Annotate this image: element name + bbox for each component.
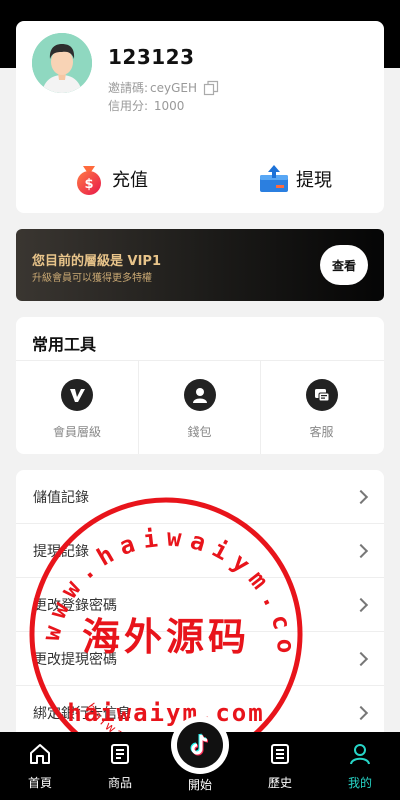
recharge-button[interactable]: $ 充值: [72, 161, 148, 197]
credit-score-row: 信用分: 1000: [108, 97, 186, 114]
vip-level-icon: [61, 379, 93, 411]
vip-banner: 您目前的層級是 VIP1 升級會員可以獲得更多特權 查看: [16, 229, 384, 301]
history-list-icon: [271, 744, 289, 764]
menu-item-label: 更改登錄密碼: [33, 597, 117, 614]
product-list-icon: [111, 744, 129, 764]
chevron-right-icon: [353, 597, 369, 612]
menu-item-change-withdraw-password[interactable]: 更改提現密碼: [16, 632, 384, 686]
chevron-right-icon: [353, 489, 369, 504]
profile-card: 123123 邀請碼: ceyGEH 信用分: 1000 $ 充值 提現: [16, 21, 384, 213]
tool-label: 錢包: [187, 425, 212, 439]
invite-code: ceyGEH: [150, 80, 198, 95]
settings-menu-list: 儲值記錄 提現記錄 更改登錄密碼 更改提現密碼 綁定銀行卡信息: [16, 470, 384, 732]
invite-code-row: 邀請碼: ceyGEH: [108, 79, 219, 96]
nav-label: 商品: [107, 776, 132, 790]
common-tools-card: 常用工具 會員層級 錢包 客服: [16, 317, 384, 454]
tool-label: 會員層級: [52, 425, 101, 439]
menu-item-label: 更改提現密碼: [33, 651, 117, 668]
vip-subtitle: 升級會員可以獲得更多特權: [32, 273, 152, 284]
nav-label: 歷史: [267, 776, 292, 790]
nav-home[interactable]: 首頁: [0, 732, 80, 800]
username: 123123: [108, 45, 195, 69]
menu-item-label: 儲值記錄: [33, 489, 89, 506]
nav-label: 開始: [187, 778, 212, 792]
nav-mine[interactable]: 我的: [320, 732, 400, 800]
menu-item-change-login-password[interactable]: 更改登錄密碼: [16, 578, 384, 632]
chevron-right-icon: [353, 543, 369, 558]
tiktok-logo-icon: [177, 722, 223, 768]
vip-level-title: 您目前的層級是 VIP1: [32, 254, 161, 269]
menu-item-label: 綁定銀行卡信息: [33, 705, 131, 722]
vip-view-button[interactable]: 查看: [320, 245, 368, 285]
copy-icon[interactable]: [203, 80, 219, 96]
invite-label: 邀請碼:: [108, 81, 149, 95]
tool-member-level[interactable]: 會員層級: [16, 361, 138, 454]
recharge-label: 充值: [112, 170, 148, 191]
tool-label: 客服: [309, 425, 334, 439]
menu-item-withdraw-records[interactable]: 提現記錄: [16, 524, 384, 578]
tool-wallet[interactable]: 錢包: [138, 361, 260, 454]
start-center-button[interactable]: [171, 716, 229, 774]
money-bag-icon: $: [77, 166, 101, 195]
avatar-person-icon: [32, 33, 92, 93]
customer-service-icon: [305, 379, 338, 411]
nav-label: 首頁: [27, 776, 52, 790]
withdraw-box-icon: [260, 165, 288, 192]
menu-item-recharge-records[interactable]: 儲值記錄: [16, 470, 384, 524]
credit-label: 信用分:: [108, 99, 149, 113]
chevron-right-icon: [353, 651, 369, 666]
svg-text:$: $: [84, 177, 93, 192]
withdraw-button[interactable]: 提現: [258, 161, 332, 197]
tool-customer-service[interactable]: 客服: [260, 361, 382, 454]
nav-products[interactable]: 商品: [80, 732, 160, 800]
credit-value: 1000: [153, 99, 185, 113]
user-profile-icon: [350, 744, 370, 765]
home-icon: [30, 744, 50, 764]
wallet-user-icon: [183, 379, 216, 411]
nav-history[interactable]: 歷史: [240, 732, 320, 800]
menu-item-label: 提現記錄: [33, 543, 89, 560]
withdraw-label: 提現: [296, 170, 332, 191]
chevron-right-icon: [353, 705, 369, 720]
avatar[interactable]: [32, 33, 92, 93]
tools-title: 常用工具: [32, 335, 97, 354]
nav-label: 我的: [347, 776, 372, 790]
